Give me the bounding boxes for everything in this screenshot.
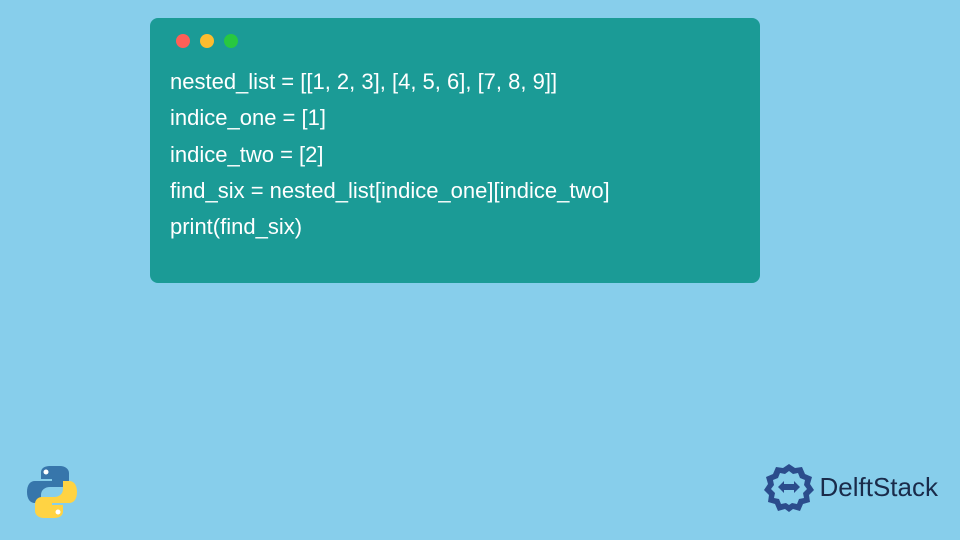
maximize-dot-icon bbox=[224, 34, 238, 48]
code-window: nested_list = [[1, 2, 3], [4, 5, 6], [7,… bbox=[150, 18, 760, 283]
code-line-2: indice_one = [1] bbox=[170, 105, 326, 130]
code-line-3: indice_two = [2] bbox=[170, 142, 323, 167]
window-controls bbox=[176, 34, 740, 48]
code-line-5: print(find_six) bbox=[170, 214, 302, 239]
python-logo-icon bbox=[22, 462, 82, 522]
minimize-dot-icon bbox=[200, 34, 214, 48]
delftstack-badge-icon bbox=[764, 462, 814, 512]
code-content: nested_list = [[1, 2, 3], [4, 5, 6], [7,… bbox=[170, 64, 740, 245]
delftstack-text: DelftStack bbox=[820, 472, 939, 503]
close-dot-icon bbox=[176, 34, 190, 48]
code-line-4: find_six = nested_list[indice_one][indic… bbox=[170, 178, 610, 203]
delftstack-logo: DelftStack bbox=[764, 462, 939, 512]
code-line-1: nested_list = [[1, 2, 3], [4, 5, 6], [7,… bbox=[170, 69, 557, 94]
